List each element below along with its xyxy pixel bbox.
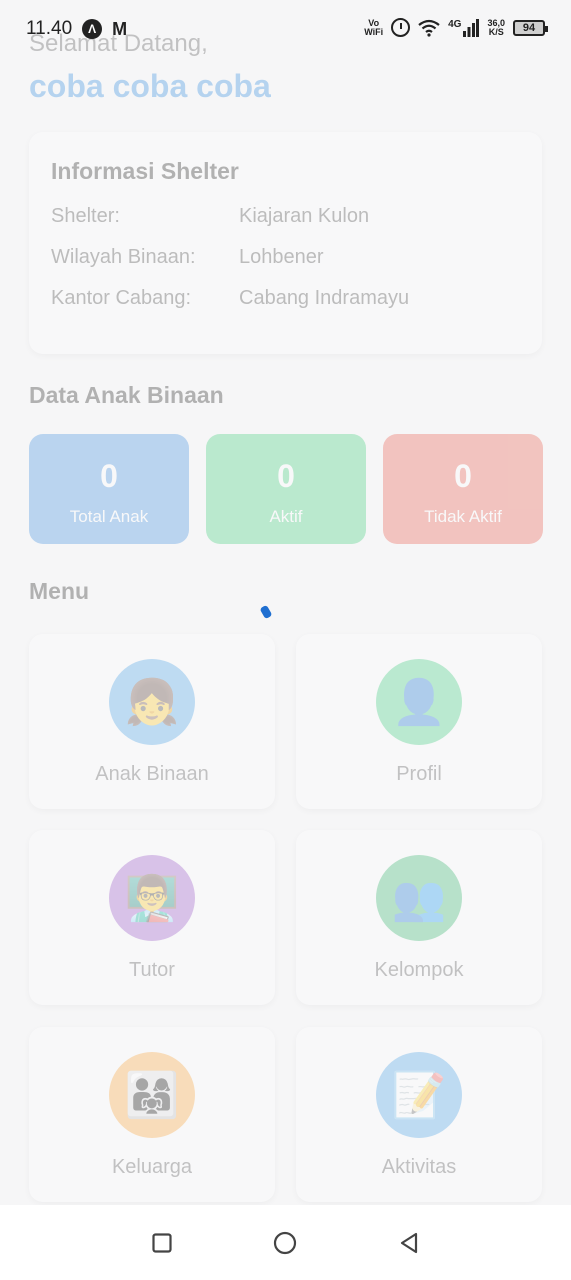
network-speed: 36,0 K/S [487, 18, 505, 37]
info-row-wilayah: Wilayah Binaan: Lohbener [51, 246, 520, 287]
person-silhouette-icon: 👤 [376, 659, 462, 745]
vowifi-indicator: Vo WiFi [364, 18, 384, 37]
menu-profil[interactable]: 👤 Profil [296, 634, 542, 809]
shelter-info-card: Informasi Shelter Shelter: Kiajaran Kulo… [29, 132, 542, 354]
family-glyph: 👨‍👩‍👧 [124, 1071, 180, 1120]
info-label: Wilayah Binaan: [51, 246, 196, 268]
alarm-icon [391, 18, 411, 37]
home-button[interactable] [265, 1223, 305, 1263]
gmail-icon: M [112, 18, 128, 39]
menu-label: Aktivitas [381, 1156, 457, 1178]
stat-tidak-aktif[interactable]: 0 Tidak Aktif [383, 434, 543, 544]
stat-label: Aktif [269, 507, 303, 526]
girl-glyph: 👧 [124, 678, 180, 727]
menu-label: Anak Binaan [95, 763, 209, 785]
vowifi-line2: WiFi [364, 26, 384, 37]
group-icon: 👥 [376, 855, 462, 941]
user-name: coba coba coba [29, 68, 271, 104]
stat-total-anak[interactable]: 0 Total Anak [29, 434, 189, 544]
stat-label: Tidak Aktif [424, 507, 502, 526]
menu-label: Tutor [129, 959, 175, 981]
network-type: 4G [448, 18, 462, 30]
wifi-icon [418, 19, 440, 37]
menu-tutor[interactable]: 👨‍🏫 Tutor [29, 830, 275, 1005]
group-glyph: 👥 [391, 874, 447, 923]
teacher-icon: 👨‍🏫 [109, 855, 195, 941]
status-bar: 11.40 Λ M Vo WiFi 4G 36,0 K/S 94 [0, 0, 571, 58]
info-label: Shelter: [51, 205, 120, 227]
clock: 11.40 [26, 18, 73, 39]
shelter-info-title: Informasi Shelter [51, 158, 239, 184]
stat-value: 0 [100, 458, 118, 494]
menu-anak-binaan[interactable]: 👧 Anak Binaan [29, 634, 275, 809]
teacher-glyph: 👨‍🏫 [124, 874, 180, 923]
person-glyph: 👤 [391, 678, 447, 727]
status-right: Vo WiFi 4G 36,0 K/S 94 [364, 18, 548, 37]
menu-aktivitas[interactable]: 📝 Aktivitas [296, 1027, 542, 1202]
app-notification-icon: Λ [82, 19, 103, 39]
stat-aktif[interactable]: 0 Aktif [206, 434, 366, 544]
info-value: Cabang Indramayu [239, 287, 410, 309]
menu-kelompok[interactable]: 👥 Kelompok [296, 830, 542, 1005]
menu-keluarga[interactable]: 👨‍👩‍👧 Keluarga [29, 1027, 275, 1202]
stat-value: 0 [454, 458, 472, 494]
battery-level: 94 [522, 21, 536, 34]
menu-section-title: Menu [29, 578, 90, 604]
info-label: Kantor Cabang: [51, 287, 192, 309]
menu-label: Kelompok [374, 959, 464, 981]
menu-label: Profil [396, 763, 442, 785]
dashboard-content: Selamat Datang, coba coba coba Informasi… [0, 0, 571, 1205]
speed-unit: K/S [488, 26, 504, 37]
memo-icon: 📝 [376, 1052, 462, 1138]
info-value: Kiajaran Kulon [239, 205, 370, 227]
girl-icon: 👧 [109, 659, 195, 745]
battery-icon: 94 [513, 19, 548, 36]
stat-value: 0 [277, 458, 295, 494]
family-icon: 👨‍👩‍👧 [109, 1052, 195, 1138]
status-left: 11.40 Λ M [26, 18, 127, 40]
stats-section-title: Data Anak Binaan [29, 382, 224, 408]
signal-icon: 4G [448, 18, 480, 37]
back-button[interactable] [389, 1223, 429, 1263]
info-value: Lohbener [239, 246, 324, 268]
info-row-kantor: Kantor Cabang: Cabang Indramayu [51, 287, 520, 328]
info-row-shelter: Shelter: Kiajaran Kulon [51, 205, 520, 246]
menu-label: Keluarga [111, 1156, 193, 1178]
recent-apps-button[interactable] [142, 1223, 182, 1263]
stat-label: Total Anak [69, 507, 149, 526]
memo-glyph: 📝 [391, 1071, 447, 1120]
navigation-bar [0, 1205, 571, 1280]
